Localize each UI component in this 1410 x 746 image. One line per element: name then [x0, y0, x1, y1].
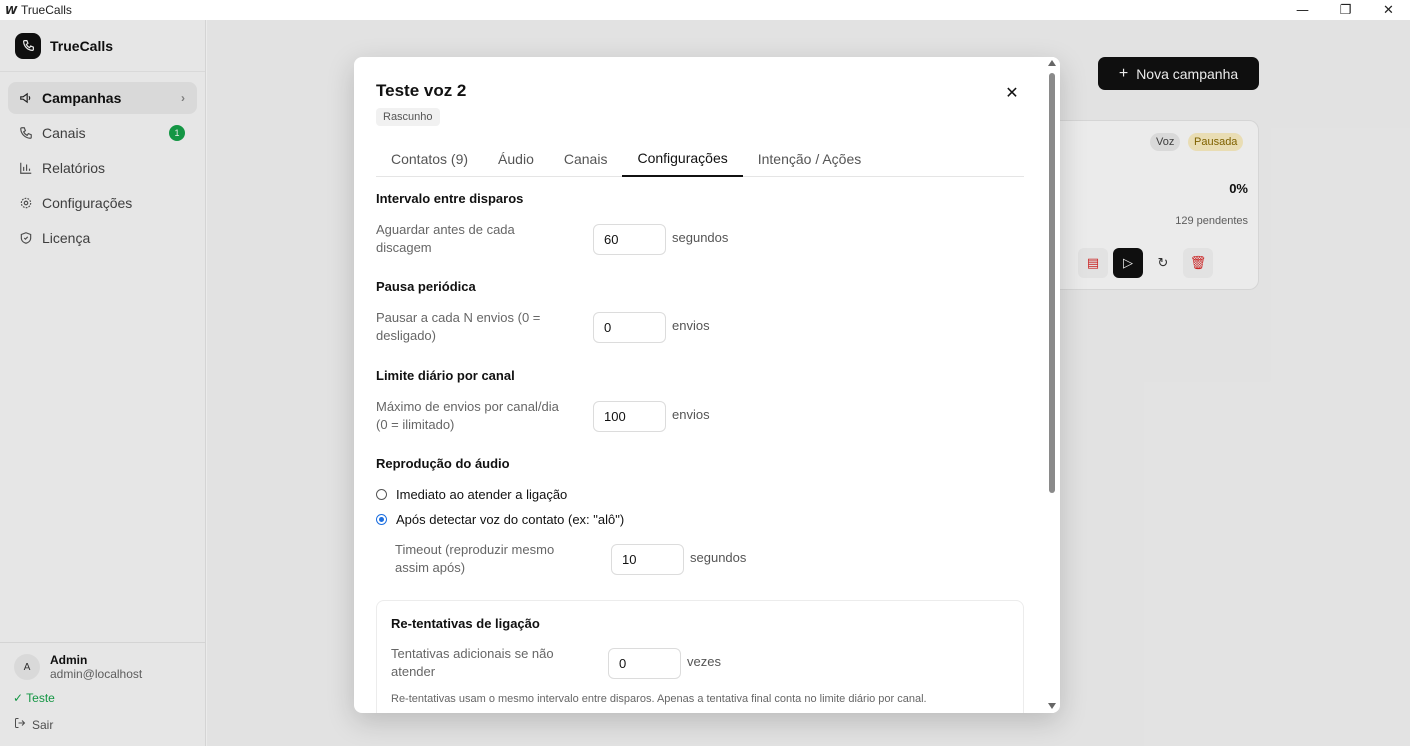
draft-badge: Rascunho: [376, 108, 440, 126]
app-icon: W: [5, 3, 18, 17]
timeout-unit: segundos: [690, 550, 747, 565]
radio-after-voice-control[interactable]: [376, 514, 387, 525]
window-title: TrueCalls: [21, 3, 72, 17]
modal-scrollbar[interactable]: [1044, 57, 1060, 713]
close-modal-button[interactable]: ✕: [1002, 82, 1022, 102]
pause-unit: envios: [672, 318, 710, 333]
scroll-down-arrow-icon[interactable]: [1048, 703, 1056, 709]
modal-tabs: Contatos (9) Áudio Canais Configurações …: [376, 141, 1024, 177]
tab-configuracoes[interactable]: Configurações: [622, 141, 743, 177]
retries-section-title: Re-tentativas de ligação: [391, 616, 540, 631]
interval-input[interactable]: 60: [593, 224, 666, 255]
retries-unit: vezes: [687, 654, 721, 669]
daily-limit-label: Máximo de envios por canal/dia (0 = ilim…: [376, 399, 559, 432]
scroll-up-arrow-icon[interactable]: [1048, 60, 1056, 66]
radio-immediate[interactable]: Imediato ao atender a ligação: [376, 487, 567, 502]
radio-after-voice-label: Após detectar voz do contato (ex: "alô"): [396, 512, 625, 527]
modal-title: Teste voz 2: [376, 81, 467, 100]
retries-label: Tentativas adicionais se não atender: [391, 646, 554, 679]
campaign-modal: Teste voz 2 Rascunho ✕ Contatos (9) Áudi…: [354, 57, 1060, 713]
daily-limit-section-title: Limite diário por canal: [376, 368, 515, 383]
interval-section-title: Intervalo entre disparos: [376, 191, 524, 206]
radio-after-voice[interactable]: Após detectar voz do contato (ex: "alô"): [376, 512, 624, 527]
retries-note: Re-tentativas usam o mesmo intervalo ent…: [391, 693, 927, 705]
pause-section-title: Pausa periódica: [376, 279, 476, 294]
tab-audio[interactable]: Áudio: [483, 141, 549, 177]
interval-unit: segundos: [672, 230, 729, 245]
daily-limit-input[interactable]: 100: [593, 401, 666, 432]
daily-limit-unit: envios: [672, 407, 710, 422]
pause-label: Pausar a cada N envios (0 = desligado): [376, 310, 541, 343]
radio-immediate-label: Imediato ao atender a ligação: [396, 487, 568, 502]
scroll-thumb[interactable]: [1049, 73, 1055, 493]
interval-label: Aguardar antes de cada discagem: [376, 222, 515, 255]
radio-immediate-control[interactable]: [376, 489, 387, 500]
maximize-button[interactable]: ❐: [1324, 0, 1367, 20]
modal-body: Teste voz 2 Rascunho ✕ Contatos (9) Áudi…: [354, 57, 1044, 713]
retries-panel: Re-tentativas de ligação Tentativas adic…: [376, 600, 1024, 713]
tab-canais[interactable]: Canais: [549, 141, 623, 177]
close-window-button[interactable]: ✕: [1367, 0, 1410, 20]
window-titlebar: W TrueCalls — ❐ ✕: [0, 0, 1410, 20]
tab-intencao-acoes[interactable]: Intenção / Ações: [743, 141, 877, 177]
playback-section-title: Reprodução do áudio: [376, 456, 510, 471]
timeout-input[interactable]: 10: [611, 544, 684, 575]
pause-input[interactable]: 0: [593, 312, 666, 343]
close-icon: ✕: [1005, 82, 1019, 102]
retries-input[interactable]: 0: [608, 648, 681, 679]
window-controls: — ❐ ✕: [1281, 0, 1410, 20]
timeout-label: Timeout (reproduzir mesmo assim após): [395, 542, 555, 575]
minimize-button[interactable]: —: [1281, 0, 1324, 20]
tab-contatos[interactable]: Contatos (9): [376, 141, 483, 177]
